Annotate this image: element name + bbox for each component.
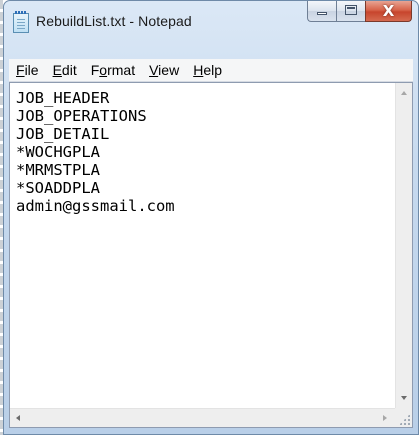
menu-edit-label: dit (61, 62, 77, 78)
text-editor: JOB_HEADER JOB_OPERATIONS JOB_DETAIL *WOCHG… (9, 82, 413, 428)
text-line: *WOCHGPLA (16, 143, 100, 161)
menu-format-label: rmat (107, 62, 136, 78)
vertical-scrollbar[interactable] (395, 83, 412, 408)
menu-file-mnemonic: F (16, 62, 25, 78)
menu-format-mnemonic: o (99, 62, 108, 78)
scroll-up-icon[interactable] (401, 91, 407, 95)
menu-file[interactable]: File (9, 59, 46, 81)
minimize-icon (317, 12, 327, 15)
caption-buttons: X (307, 1, 412, 23)
title-bar[interactable]: RebuildList.txt - Notepad X (4, 1, 418, 57)
close-icon: X (382, 2, 395, 20)
menu-view[interactable]: View (142, 59, 186, 81)
text-line: *SOADDPLA (16, 179, 100, 197)
scroll-left-icon[interactable] (16, 415, 20, 421)
menu-bar: File Edit Format View Help (9, 59, 413, 82)
scroll-right-icon[interactable] (383, 415, 387, 421)
maximize-button[interactable] (336, 1, 365, 22)
menu-view-label: iew (158, 62, 180, 78)
menu-help-mnemonic: H (193, 62, 204, 78)
resize-grip-icon (399, 414, 410, 425)
text-area[interactable]: JOB_HEADER JOB_OPERATIONS JOB_DETAIL *WOCHG… (10, 83, 395, 408)
minimize-button[interactable] (307, 1, 336, 22)
text-line: *MRMSTPLA (16, 161, 100, 179)
notepad-window: RebuildList.txt - Notepad X File Edit Fo… (3, 0, 419, 435)
maximize-icon (345, 5, 357, 15)
menu-edit[interactable]: Edit (46, 59, 84, 81)
menu-help[interactable]: Help (186, 59, 229, 81)
menu-view-mnemonic: V (149, 62, 159, 78)
menu-file-label: ile (24, 62, 39, 78)
menu-help-label: elp (203, 62, 222, 78)
notepad-app-icon[interactable] (13, 11, 29, 33)
text-line: JOB_OPERATIONS (16, 107, 147, 125)
text-line: JOB_HEADER (16, 89, 110, 107)
text-line: admin@gssmail.com (16, 197, 175, 215)
menu-format-prefix: F (90, 62, 100, 78)
close-button[interactable]: X (365, 1, 412, 22)
window-title: RebuildList.txt - Notepad (36, 13, 192, 29)
menu-edit-mnemonic: E (52, 62, 62, 78)
size-grip[interactable] (395, 408, 412, 427)
scroll-down-icon[interactable] (401, 396, 407, 400)
horizontal-scrollbar[interactable] (10, 408, 395, 427)
text-line: JOB_DETAIL (16, 125, 110, 143)
menu-format[interactable]: Format (84, 59, 142, 81)
